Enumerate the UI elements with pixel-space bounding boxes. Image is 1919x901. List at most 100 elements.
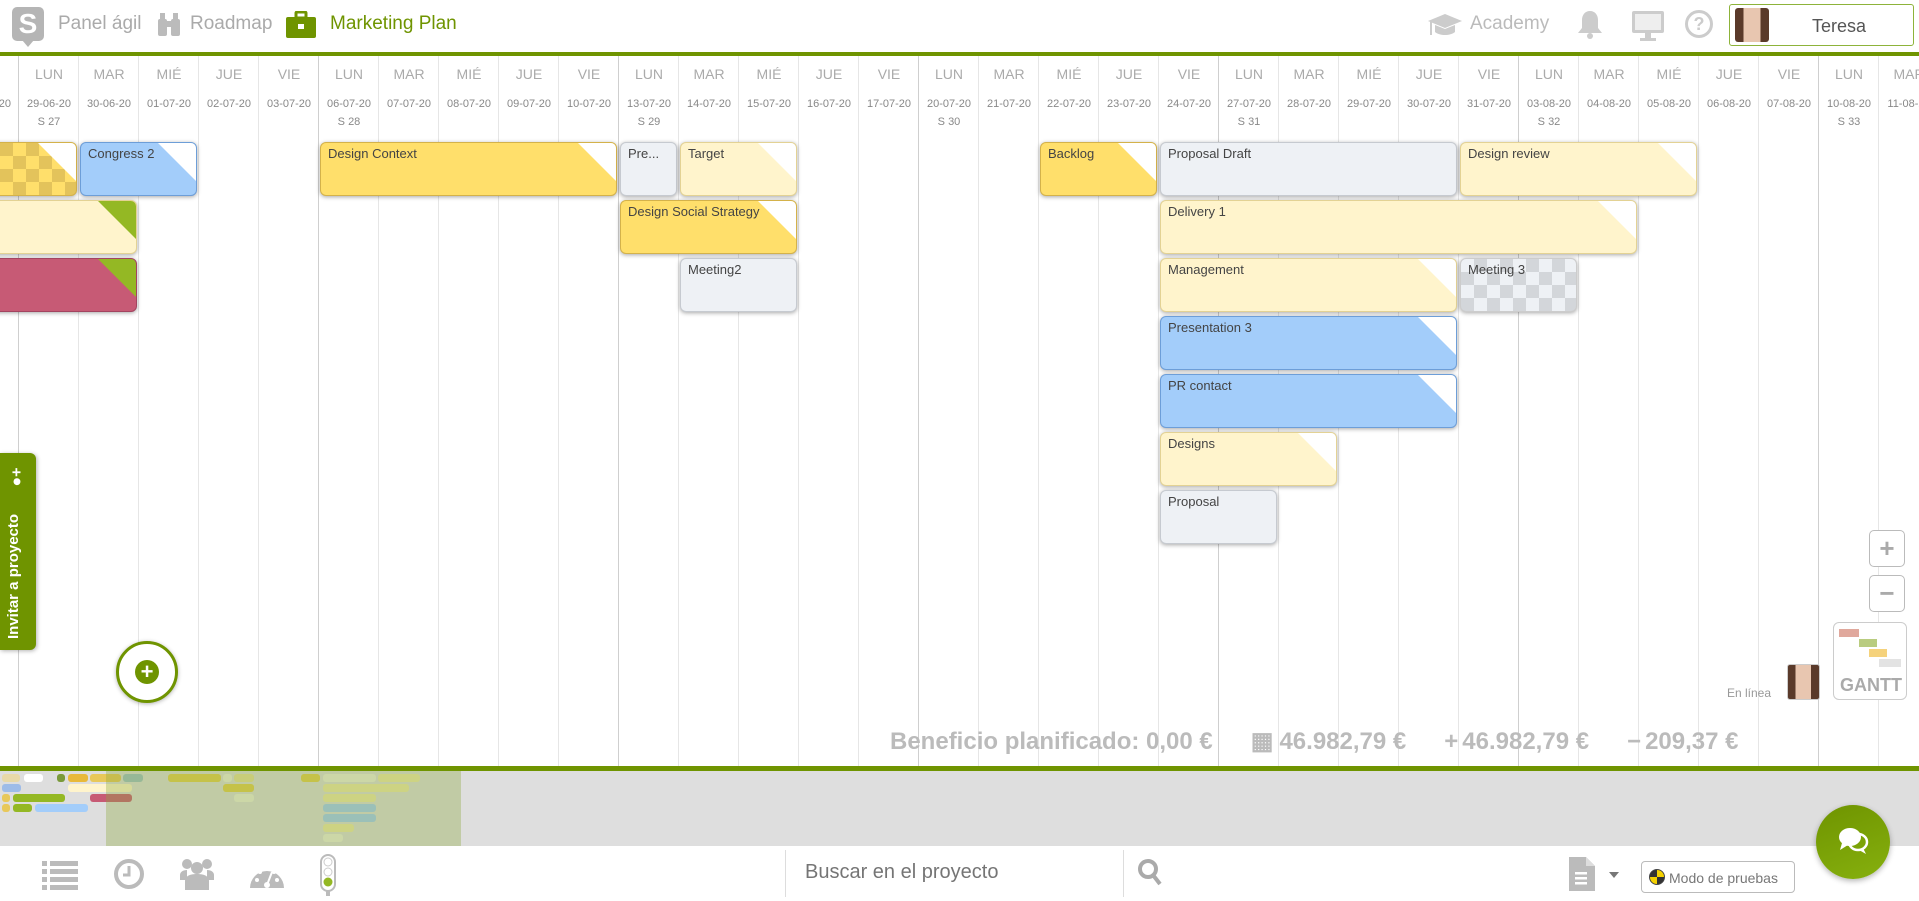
task-card[interactable] (0, 200, 137, 254)
day-column: MAR 21-07-20 (978, 56, 1038, 766)
day-column: JUE 06-08-20 (1698, 56, 1758, 766)
task-card[interactable]: Proposal Draft (1160, 142, 1457, 196)
task-card[interactable]: Meeting2 (680, 258, 797, 312)
day-date: 07-07-20 (386, 98, 432, 110)
day-date: 20-07-20 (926, 98, 972, 110)
plus-icon: + (1444, 728, 1459, 755)
task-name: Design review (1468, 146, 1550, 161)
day-week: S 33 (1837, 116, 1861, 128)
day-day: MIÉ (756, 66, 782, 82)
task-corner-flag (1418, 259, 1456, 297)
dashboard-gauge-icon[interactable] (249, 858, 285, 895)
bell-icon[interactable] (1576, 9, 1604, 46)
task-corner-flag (1118, 143, 1156, 181)
task-card[interactable]: Congress 2 (80, 142, 197, 196)
day-date: 22-07-20 (1046, 98, 1092, 110)
day-date: 10-08-20 (1826, 98, 1872, 110)
task-corner-flag (1658, 143, 1696, 181)
day-date: 15-07-20 (746, 98, 792, 110)
chat-button[interactable] (1816, 805, 1890, 879)
clock-icon[interactable] (113, 858, 145, 895)
day-date: 11-08-20 (1887, 98, 1919, 110)
team-icon[interactable] (180, 858, 214, 895)
document-export-icon[interactable] (1569, 857, 1595, 896)
day-date: 16-07-20 (806, 98, 852, 110)
gantt-view-button[interactable]: GANTT (1833, 622, 1907, 700)
online-user-avatar[interactable] (1787, 664, 1820, 700)
day-week: S 27 (37, 116, 61, 128)
day-day: MAR (93, 66, 125, 82)
expenses-total: 209,37 € (1645, 728, 1739, 755)
task-card[interactable]: Proposal (1160, 490, 1277, 544)
minimap-viewport[interactable] (106, 771, 461, 846)
invite-to-project-tab[interactable]: Invitar a proyecto ●+ (0, 453, 36, 650)
task-corner-flag (1418, 317, 1456, 355)
timeline-board[interactable]: 26-06-20 LUN 29-06-20 S 27 MAR 30-06-20 MIÉ 01-… (0, 56, 1919, 766)
add-task-button[interactable]: + (116, 641, 178, 703)
zoom-out-button[interactable]: − (1869, 575, 1905, 612)
day-date: 30-07-20 (1406, 98, 1452, 110)
day-week: S 29 (637, 116, 661, 128)
nav-marketing-plan[interactable]: Marketing Plan (330, 13, 457, 35)
task-card[interactable]: Meeting 3 (1460, 258, 1577, 312)
task-card[interactable]: Target (680, 142, 797, 196)
task-card[interactable]: Delivery 1 (1160, 200, 1637, 254)
task-card[interactable]: Presentation 3 (1160, 316, 1457, 370)
app-logo[interactable]: S (12, 7, 44, 41)
task-card[interactable] (0, 142, 77, 196)
task-card[interactable]: Pre... (620, 142, 677, 196)
task-name: Proposal Draft (1168, 146, 1252, 161)
day-day: MAR (1893, 66, 1919, 82)
day-day: JUE (815, 66, 843, 82)
day-day: LUN (934, 66, 963, 82)
task-corner-flag (758, 201, 796, 239)
task-name: Presentation 3 (1168, 320, 1252, 335)
list-view-icon[interactable] (42, 860, 78, 895)
monitor-icon[interactable] (1631, 10, 1665, 47)
day-day: MIÉ (1056, 66, 1082, 82)
nav-agile-panel[interactable]: Panel ágil (58, 13, 141, 35)
task-card[interactable]: Management (1160, 258, 1457, 312)
task-card[interactable]: Backlog (1040, 142, 1157, 196)
day-day: VIE (1177, 66, 1201, 82)
help-icon[interactable]: ? (1685, 10, 1713, 38)
day-day: JUE (215, 66, 243, 82)
day-week: S 31 (1237, 116, 1261, 128)
test-mode-button[interactable]: Modo de pruebas (1641, 861, 1795, 893)
chevron-down-icon[interactable] (1609, 872, 1619, 878)
task-card[interactable]: Design Context (320, 142, 617, 196)
day-day: JUE (1415, 66, 1443, 82)
day-day: VIE (577, 66, 601, 82)
day-date: 27-07-20 (1226, 98, 1272, 110)
project-search-input[interactable] (795, 854, 1115, 890)
task-card[interactable]: Design Social Strategy (620, 200, 797, 254)
user-menu[interactable]: Teresa (1729, 4, 1914, 46)
day-day: VIE (1777, 66, 1801, 82)
add-user-icon: ●+ (8, 467, 26, 487)
zoom-in-button[interactable]: + (1869, 530, 1905, 567)
task-corner-flag (158, 143, 196, 181)
chat-bubbles-icon (1836, 825, 1870, 862)
nav-roadmap[interactable]: Roadmap (190, 13, 272, 35)
minus-icon: − (1627, 728, 1642, 755)
academy-link[interactable]: Academy (1470, 13, 1549, 35)
task-corner-flag (38, 143, 76, 181)
day-date: 10-07-20 (566, 98, 612, 110)
task-name: Design Social Strategy (628, 204, 760, 219)
task-card[interactable] (0, 258, 137, 312)
search-icon[interactable] (1137, 858, 1163, 891)
day-date: 04-08-20 (1586, 98, 1632, 110)
traffic-light-icon[interactable] (320, 854, 336, 901)
task-name: Management (1168, 262, 1244, 277)
day-day: MAR (1293, 66, 1325, 82)
task-corner-flag (1298, 433, 1336, 471)
top-bar: S Panel ágil Roadmap Marketing Plan Acad… (0, 0, 1919, 52)
task-card[interactable]: PR contact (1160, 374, 1457, 428)
task-card[interactable]: Designs (1160, 432, 1337, 486)
day-column: LUN 20-07-20 S 30 (918, 56, 978, 766)
day-day: LUN (34, 66, 63, 82)
day-date: 02-07-20 (206, 98, 252, 110)
day-column: VIE 17-07-20 (858, 56, 918, 766)
minimap[interactable] (0, 771, 1919, 846)
task-card[interactable]: Design review (1460, 142, 1697, 196)
